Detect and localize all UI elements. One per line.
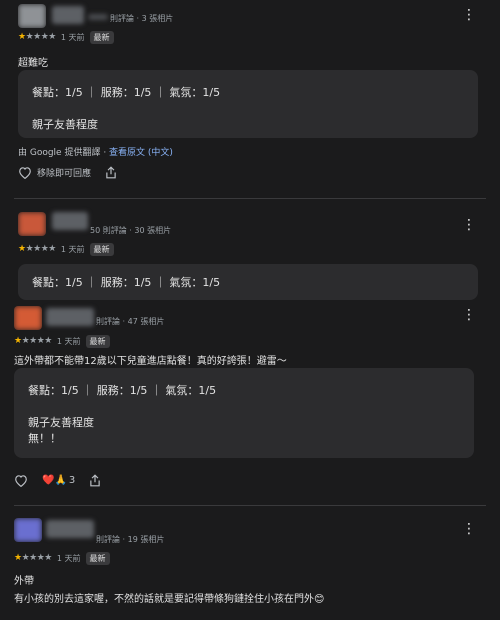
reaction-emoji-icon: ❤️🙏 (42, 475, 67, 486)
avatar[interactable] (14, 518, 42, 542)
heart-icon (15, 475, 27, 487)
review-actions: 移除即可回應 (18, 166, 117, 179)
reviewer-meta: 則評論 · 19 張相片 (96, 535, 165, 544)
review-divider (14, 198, 486, 199)
family-friendly-value: 無！！ (28, 432, 61, 445)
new-badge: 最新 (85, 551, 110, 565)
star-rating: ★ ★★★★ (14, 336, 52, 346)
reviewer-meta: 則評論 · 47 張相片 (96, 317, 165, 326)
review-date: 1 天前 (56, 553, 81, 563)
rating-row: ★ ★★★★ 1 天前 最新 (14, 334, 110, 348)
like-button[interactable] (14, 474, 28, 487)
reviewer-meta: 50 則評論 · 30 張相片 (90, 226, 172, 235)
translation-prefix: 由 Google 提供翻譯 · (18, 148, 110, 158)
reviewer-name[interactable] (52, 212, 88, 230)
review-date: 1 天前 (56, 336, 81, 346)
review-text: 超難吃 (18, 58, 48, 69)
review-actions: ❤️🙏 3 (14, 474, 101, 487)
more-options-icon[interactable]: ⋮ (462, 8, 476, 22)
more-options-icon[interactable]: ⋮ (462, 308, 476, 322)
new-badge: 最新 (89, 242, 114, 256)
review-attributes: 餐點：1/5 ｜ 服務：1/5 ｜ 氣氛：1/5 親子友善程度 (18, 70, 478, 138)
more-options-icon[interactable]: ⋮ (462, 218, 476, 232)
rating-row: ★ ★★★★ 1 天前 最新 (14, 551, 110, 565)
review-text: 外帶 (14, 576, 34, 587)
family-friendly-label: 親子友善程度 (28, 416, 94, 429)
star-rating: ★ ★★★★ (18, 32, 56, 42)
ratings-line: 餐點：1/5 ｜ 服務：1/5 ｜ 氣氛：1/5 (32, 276, 221, 289)
family-friendly-label: 親子友善程度 (32, 118, 98, 131)
share-icon (106, 166, 116, 179)
share-icon (90, 474, 101, 487)
review-attributes: 餐點：1/5 ｜ 服務：1/5 ｜ 氣氛：1/5 親子友善程度 無！！ (14, 368, 474, 458)
more-options-icon[interactable]: ⋮ (462, 522, 476, 536)
reviewer-name[interactable] (46, 308, 94, 326)
rating-row: ★ ★★★★ 1 天前 最新 (18, 242, 114, 256)
review-date: 1 天前 (60, 32, 85, 42)
review-text: 這外帶都不能帶12歲以下兒童進店點餐！真的好誇張！避雷～ (14, 356, 287, 367)
review-divider (14, 505, 486, 506)
like-label: 移除即可回應 (37, 169, 92, 179)
reviewer-name-detail (88, 14, 108, 20)
reviewer-name[interactable] (46, 520, 94, 538)
like-button[interactable]: 移除即可回應 (18, 166, 91, 179)
review-text-line-2: 有小孩的別去這家喔，不然的話就是要記得帶條狗鏈拴住小孩在門外😊 (14, 594, 325, 605)
share-button[interactable] (89, 474, 101, 487)
review-attributes: 餐點：1/5 ｜ 服務：1/5 ｜ 氣氛：1/5 (18, 264, 478, 300)
star-rating: ★ ★★★★ (18, 244, 56, 254)
rating-row: ★ ★★★★ 1 天前 最新 (18, 30, 114, 44)
reactions[interactable]: ❤️🙏 3 (42, 475, 75, 486)
reviewer-name[interactable] (52, 6, 84, 24)
reviewer-meta: 則評論 · 3 張相片 (110, 14, 174, 23)
avatar[interactable] (18, 212, 46, 236)
share-button[interactable] (105, 166, 117, 179)
review-date: 1 天前 (60, 244, 85, 254)
view-original-link[interactable]: 查看原文 (中文) (109, 148, 173, 158)
avatar[interactable] (18, 4, 46, 28)
reaction-count: 3 (68, 475, 76, 486)
ratings-line: 餐點：1/5 ｜ 服務：1/5 ｜ 氣氛：1/5 (28, 384, 217, 397)
new-badge: 最新 (85, 334, 110, 348)
translation-note: 由 Google 提供翻譯 · 查看原文 (中文) (18, 145, 173, 158)
star-rating: ★ ★★★★ (14, 553, 52, 563)
ratings-line: 餐點：1/5 ｜ 服務：1/5 ｜ 氣氛：1/5 (32, 86, 221, 99)
avatar[interactable] (14, 306, 42, 330)
heart-icon (19, 167, 31, 179)
new-badge: 最新 (89, 30, 114, 44)
